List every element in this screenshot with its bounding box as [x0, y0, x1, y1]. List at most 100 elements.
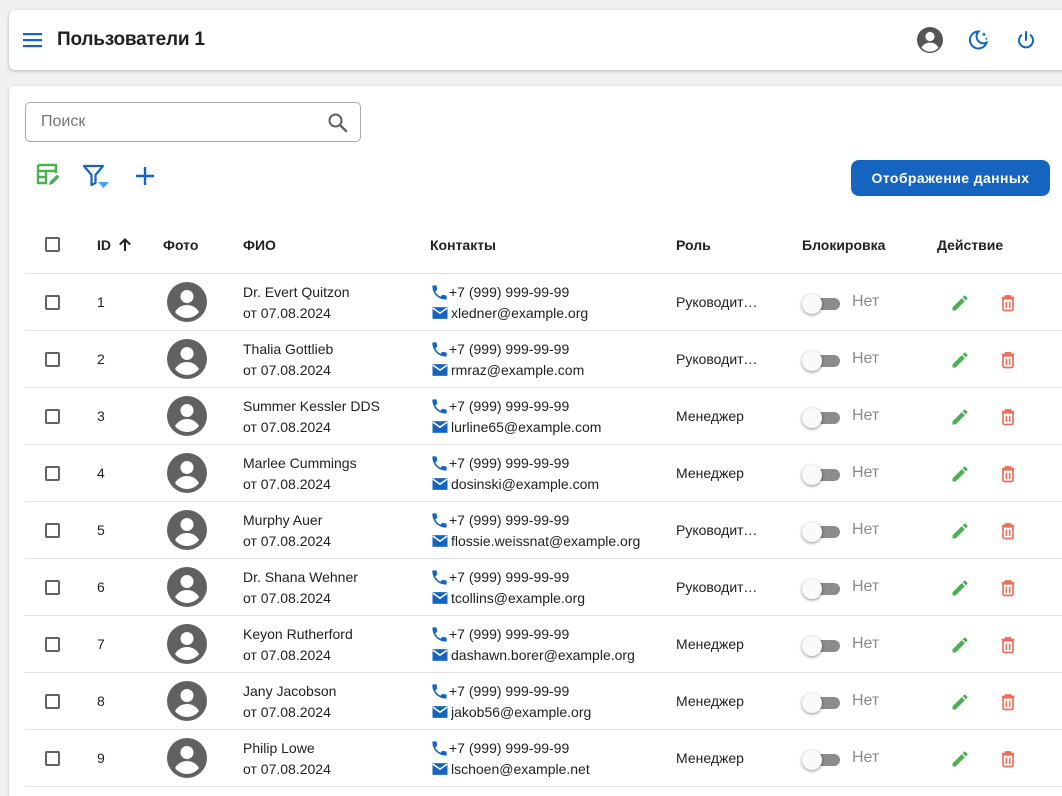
avatar-icon	[167, 339, 207, 379]
edit-icon[interactable]	[950, 350, 970, 370]
email-text: dashawn.borer@example.org	[451, 647, 635, 663]
block-toggle[interactable]	[802, 406, 840, 428]
add-icon[interactable]	[131, 162, 159, 192]
row-checkbox[interactable]	[45, 466, 60, 481]
row-id: 4	[97, 465, 105, 481]
row-checkbox[interactable]	[45, 580, 60, 595]
user-date: от 07.08.2024	[243, 476, 331, 492]
delete-icon[interactable]	[998, 692, 1018, 712]
row-id: 7	[97, 636, 105, 652]
block-status: Нет	[852, 521, 880, 538]
user-name: Murphy Auer	[243, 512, 323, 528]
row-checkbox[interactable]	[45, 523, 60, 538]
row-checkbox[interactable]	[45, 409, 60, 424]
contact-phone: +7 (999) 999-99-99	[430, 738, 569, 758]
phone-icon	[432, 284, 447, 300]
user-role: Руководитель	[676, 579, 760, 595]
column-header-id[interactable]: ID	[97, 237, 133, 253]
avatar-icon	[167, 282, 207, 322]
delete-icon[interactable]	[998, 635, 1018, 655]
toggle-thumb	[802, 465, 822, 485]
page-title: Пользователи 1	[57, 29, 205, 50]
block-toggle[interactable]	[802, 520, 840, 542]
user-date: от 07.08.2024	[243, 305, 331, 321]
contact-phone: +7 (999) 999-99-99	[430, 624, 569, 644]
phone-icon	[432, 626, 447, 642]
edit-icon[interactable]	[950, 407, 970, 427]
row-checkbox[interactable]	[45, 751, 60, 766]
contact-phone: +7 (999) 999-99-99	[430, 339, 569, 359]
row-checkbox[interactable]	[45, 352, 60, 367]
phone-text: +7 (999) 999-99-99	[449, 626, 570, 642]
block-toggle[interactable]	[802, 577, 840, 599]
contact-email: flossie.weissnat@example.org	[430, 531, 640, 551]
avatar-icon	[167, 510, 207, 550]
block-toggle[interactable]	[802, 349, 840, 371]
user-name: Summer Kessler DDS	[243, 398, 380, 414]
email-text: flossie.weissnat@example.org	[451, 533, 641, 549]
block-toggle[interactable]	[802, 292, 840, 314]
toggle-thumb	[802, 579, 822, 599]
user-name: Dr. Evert Quitzon	[243, 284, 350, 300]
sort-ascending-icon[interactable]	[117, 237, 133, 253]
block-toggle[interactable]	[802, 463, 840, 485]
block-status: Нет	[852, 692, 880, 709]
email-text: dosinski@example.com	[451, 476, 600, 492]
menu-icon[interactable]	[23, 29, 43, 51]
avatar-icon	[167, 396, 207, 436]
delete-icon[interactable]	[998, 293, 1018, 313]
row-checkbox[interactable]	[45, 295, 60, 310]
contact-phone: +7 (999) 999-99-99	[430, 282, 569, 302]
block-toggle[interactable]	[802, 634, 840, 656]
row-checkbox[interactable]	[45, 637, 60, 652]
edit-icon[interactable]	[950, 578, 970, 598]
table-row: 5 Murphy Auer от 07.08.2024 +7 (999) 999…	[25, 502, 1062, 559]
edit-icon[interactable]	[950, 692, 970, 712]
email-text: rmraz@example.com	[451, 362, 585, 378]
search-icon[interactable]	[327, 112, 348, 138]
display-data-button[interactable]: Отображение данных	[851, 160, 1050, 196]
user-name: Philip Lowe	[243, 740, 315, 756]
delete-icon[interactable]	[998, 521, 1018, 541]
edit-icon[interactable]	[950, 635, 970, 655]
delete-icon[interactable]	[998, 407, 1018, 427]
contact-phone: +7 (999) 999-99-99	[430, 453, 569, 473]
edit-icon[interactable]	[950, 749, 970, 769]
toggle-thumb	[802, 693, 822, 713]
edit-icon[interactable]	[950, 464, 970, 484]
row-id: 8	[97, 693, 105, 709]
user-role: Руководитель	[676, 351, 760, 367]
dark-mode-icon[interactable]	[962, 24, 994, 56]
email-text: jakob56@example.org	[451, 704, 592, 720]
select-all-checkbox[interactable]	[45, 237, 60, 252]
delete-icon[interactable]	[998, 350, 1018, 370]
filter-icon[interactable]	[81, 162, 109, 192]
search-field[interactable]	[25, 102, 361, 142]
row-checkbox[interactable]	[45, 694, 60, 709]
contact-phone: +7 (999) 999-99-99	[430, 681, 569, 701]
row-id: 1	[97, 294, 105, 310]
row-id: 3	[97, 408, 105, 424]
column-header-action: Действие	[937, 237, 1004, 253]
user-date: от 07.08.2024	[243, 590, 331, 606]
block-toggle[interactable]	[802, 748, 840, 770]
delete-icon[interactable]	[998, 578, 1018, 598]
user-date: от 07.08.2024	[243, 362, 331, 378]
phone-icon	[432, 683, 447, 699]
search-input[interactable]	[27, 104, 317, 140]
contact-email: xledner@example.org	[430, 303, 588, 323]
edit-icon[interactable]	[950, 521, 970, 541]
block-toggle[interactable]	[802, 691, 840, 713]
email-icon	[432, 649, 448, 661]
account-icon[interactable]	[914, 24, 946, 56]
phone-text: +7 (999) 999-99-99	[449, 284, 570, 300]
delete-icon[interactable]	[998, 464, 1018, 484]
user-role: Руководитель	[676, 522, 760, 538]
edit-icon[interactable]	[950, 293, 970, 313]
delete-icon[interactable]	[998, 749, 1018, 769]
user-role: Менеджер	[676, 750, 744, 766]
power-icon[interactable]	[1010, 24, 1042, 56]
table-header: ID Фото ФИО Контакты Роль Блокировка Дей…	[25, 217, 1062, 274]
user-role: Менеджер	[676, 693, 744, 709]
table-edit-icon[interactable]	[35, 162, 63, 192]
